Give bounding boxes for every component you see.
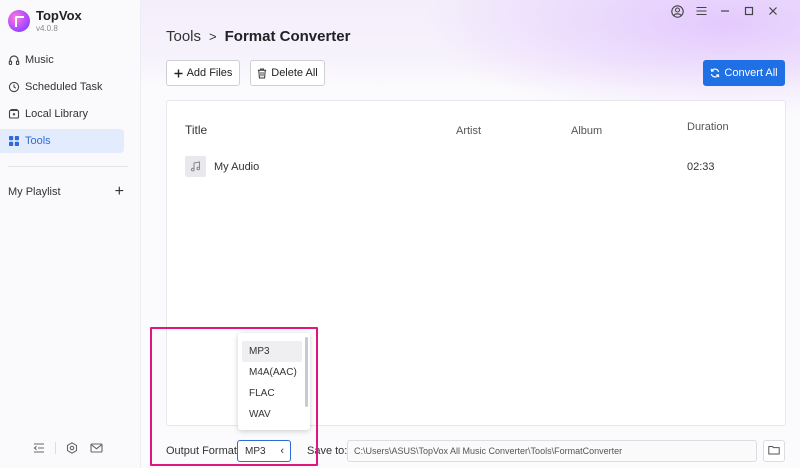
sidebar-item-label: Scheduled Task — [25, 81, 103, 93]
library-icon — [8, 108, 20, 120]
breadcrumb: Tools > Format Converter — [166, 28, 350, 45]
output-format-label: Output Format: — [166, 445, 240, 457]
format-option-wav[interactable]: WAV — [242, 404, 302, 425]
sidebar-item-tools[interactable]: Tools — [0, 129, 124, 153]
convert-all-button[interactable]: Convert All — [703, 60, 785, 86]
sidebar-item-label: Tools — [25, 135, 51, 147]
delete-all-label: Delete All — [271, 67, 318, 79]
output-format-select[interactable]: MP3 ‹ — [237, 440, 291, 462]
table-row[interactable]: My Audio 02:33 — [185, 156, 765, 178]
sidebar-item-label: Local Library — [25, 108, 88, 120]
dropdown-scrollbar[interactable] — [305, 337, 308, 407]
format-option-mp3[interactable]: MP3 — [242, 341, 302, 362]
save-path-field[interactable]: C:\Users\ASUS\TopVox All Music Converter… — [347, 440, 757, 462]
add-files-label: Add Files — [186, 67, 233, 79]
output-format-value: MP3 — [245, 445, 266, 457]
app-name: TopVox — [36, 8, 82, 23]
refresh-icon — [710, 68, 720, 78]
trash-icon — [257, 68, 267, 79]
close-icon[interactable] — [766, 4, 780, 18]
grid-icon — [8, 135, 20, 147]
settings-icon[interactable] — [65, 441, 79, 455]
column-header-artist: Artist — [456, 125, 482, 137]
column-header-album: Album — [571, 125, 603, 137]
delete-all-button[interactable]: Delete All — [250, 60, 325, 86]
music-note-icon — [185, 156, 206, 177]
sidebar-nav: Music Scheduled Task Local Library Tools — [0, 48, 141, 156]
window-controls — [670, 4, 780, 18]
brand: TopVox v4.0.8 — [8, 9, 82, 33]
chevron-left-icon: ‹ — [280, 445, 284, 457]
sidebar: TopVox v4.0.8 Music Scheduled Task Local… — [0, 0, 141, 468]
add-files-button[interactable]: Add Files — [166, 60, 240, 86]
maximize-icon[interactable] — [742, 4, 756, 18]
folder-icon — [768, 445, 780, 458]
save-to-label: Save to: — [307, 445, 348, 457]
column-header-duration: Duration — [687, 121, 729, 133]
format-option-m4a[interactable]: M4A(AAC) — [242, 362, 302, 383]
sidebar-item-music[interactable]: Music — [0, 48, 133, 72]
footer-separator — [55, 442, 56, 454]
breadcrumb-parent[interactable]: Tools — [166, 28, 201, 45]
collapse-icon[interactable] — [32, 441, 46, 455]
mail-icon[interactable] — [89, 441, 103, 455]
playlist-section: My Playlist + — [8, 184, 124, 200]
format-dropdown: MP3 M4A(AAC) FLAC WAV — [238, 333, 310, 430]
sidebar-item-local-library[interactable]: Local Library — [0, 102, 133, 126]
sidebar-footer — [32, 441, 103, 455]
column-header-title: Title — [185, 123, 208, 137]
add-playlist-icon[interactable]: + — [115, 184, 124, 200]
row-duration: 02:33 — [687, 161, 715, 173]
page-title: Format Converter — [224, 28, 351, 45]
output-settings-bar: Output Format: MP3 ‹ Save to: C:\Users\A… — [166, 440, 786, 462]
headphones-icon — [8, 54, 20, 66]
minimize-icon[interactable] — [718, 4, 732, 18]
format-option-flac[interactable]: FLAC — [242, 383, 302, 404]
convert-all-label: Convert All — [724, 67, 778, 79]
app-logo-icon — [8, 10, 30, 32]
row-title: My Audio — [214, 161, 260, 173]
sidebar-item-scheduled-task[interactable]: Scheduled Task — [0, 75, 133, 99]
app-version: v4.0.8 — [36, 24, 58, 33]
app-window: TopVox v4.0.8 Music Scheduled Task Local… — [0, 0, 800, 468]
playlist-label: My Playlist — [8, 186, 61, 198]
breadcrumb-separator: > — [209, 29, 217, 44]
browse-folder-button[interactable] — [763, 440, 785, 462]
sidebar-divider — [8, 166, 128, 167]
account-icon[interactable] — [670, 4, 684, 18]
clock-icon — [8, 81, 20, 93]
menu-icon[interactable] — [694, 4, 708, 18]
plus-icon — [174, 69, 183, 78]
sidebar-item-label: Music — [25, 54, 54, 66]
